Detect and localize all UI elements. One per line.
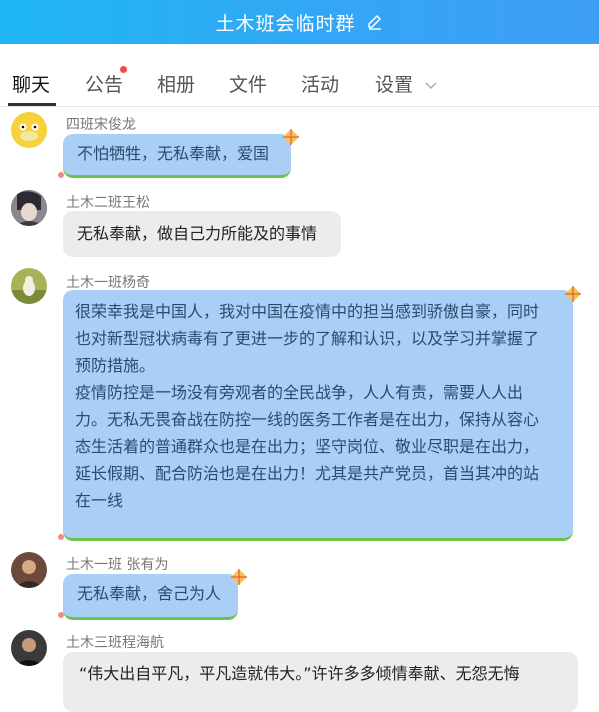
message-line: 疫情防控是一场没有旁观者的全民战争，人人有责，需要人人出	[75, 383, 524, 402]
message-bubble[interactable]: 无私奉献，做自己力所能及的事情	[63, 211, 341, 257]
tab-chat[interactable]: 聊天	[12, 70, 50, 97]
active-tab-indicator	[8, 103, 56, 106]
chevron-down-icon	[425, 81, 437, 89]
tab-settings[interactable]: 设置	[375, 70, 437, 97]
message-line: 也对新型冠状病毒有了更进一步的了解和认识，以及学习并掌握了	[75, 329, 540, 348]
group-title: 土木班会临时群	[215, 12, 356, 35]
tab-files[interactable]: 文件	[229, 70, 267, 97]
flower-icon	[58, 534, 64, 540]
message-line: 力。无私无畏奋战在防控一线的医务工作者是在出力，保持从容心	[75, 410, 540, 429]
avatar[interactable]	[11, 630, 47, 666]
flower-icon	[58, 172, 64, 178]
kite-icon	[565, 286, 581, 302]
pencil-icon[interactable]	[366, 13, 384, 31]
tab-settings-label: 设置	[375, 74, 414, 96]
sender-name: 土木二班王松	[66, 195, 150, 211]
message-line: 态生活着的普通群众也是在出力；坚守岗位、敬业尽职是在出力，	[75, 437, 540, 456]
avatar[interactable]	[11, 552, 47, 588]
chat-header: 土木班会临时群	[0, 0, 599, 44]
kite-icon	[231, 569, 247, 585]
tab-bar: 聊天 公告 相册 文件 活动 设置	[0, 44, 599, 107]
avatar[interactable]	[11, 112, 47, 148]
message-line: 延长假期、配合防治也是在出力！尤其是共产党员，首当其冲的站	[75, 464, 540, 483]
message-bubble[interactable]: “伟大出自平凡，平凡造就伟大。”许许多多倾情奉献、无怨无悔	[63, 652, 578, 712]
sender-name: 土木三班程海航	[66, 635, 164, 651]
tab-album[interactable]: 相册	[157, 70, 195, 97]
tab-activities[interactable]: 活动	[301, 70, 339, 97]
avatar[interactable]	[11, 268, 47, 304]
message-bubble[interactable]: 无私奉献，舍己为人	[63, 574, 238, 620]
message-line: 很荣幸我是中国人，我对中国在疫情中的担当感到骄傲自豪，同时	[75, 302, 540, 321]
sender-name: 四班宋俊龙	[66, 117, 136, 133]
kite-icon	[283, 129, 299, 145]
message-line: 预防措施。	[75, 356, 156, 375]
message-bubble[interactable]: 不怕牺牲，无私奉献，爱国	[63, 134, 291, 178]
message-bubble[interactable]: 很荣幸我是中国人，我对中国在疫情中的担当感到骄傲自豪，同时 也对新型冠状病毒有了…	[63, 290, 573, 541]
avatar[interactable]	[11, 190, 47, 226]
sender-name: 土木一班 张有为	[66, 557, 169, 573]
message-line: 在一线	[75, 491, 124, 510]
announcement-badge	[120, 66, 127, 73]
sender-name: 土木一班杨奇	[66, 275, 150, 291]
tab-announcement[interactable]: 公告	[85, 70, 123, 97]
flower-icon	[58, 612, 64, 618]
